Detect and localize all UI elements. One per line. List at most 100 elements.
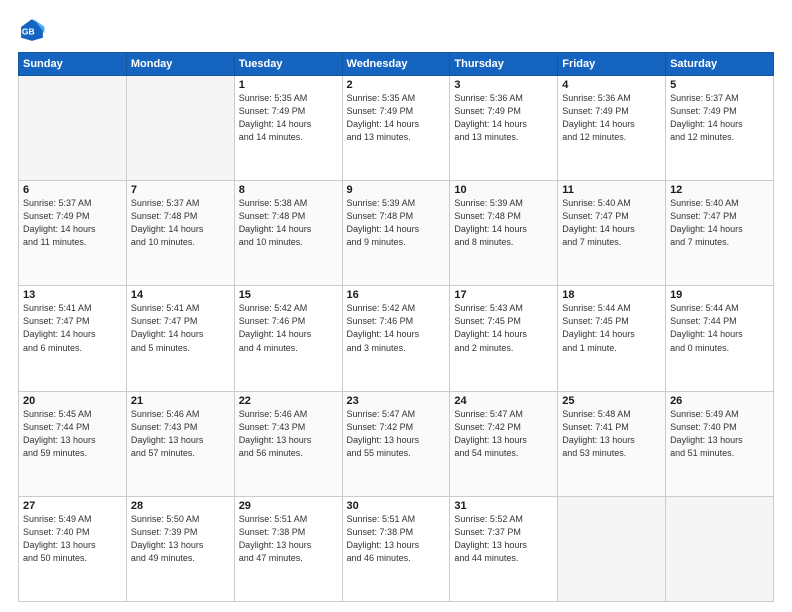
day-cell: 21Sunrise: 5:46 AM Sunset: 7:43 PM Dayli… [126,391,234,496]
header: GB [18,16,774,44]
day-number: 16 [347,289,446,301]
day-cell [558,496,666,601]
day-number: 28 [131,500,230,512]
day-cell: 23Sunrise: 5:47 AM Sunset: 7:42 PM Dayli… [342,391,450,496]
day-number: 20 [23,395,122,407]
day-info: Sunrise: 5:49 AM Sunset: 7:40 PM Dayligh… [23,513,122,565]
day-info: Sunrise: 5:51 AM Sunset: 7:38 PM Dayligh… [239,513,338,565]
day-number: 19 [670,289,769,301]
svg-text:GB: GB [22,27,35,37]
day-number: 17 [454,289,553,301]
day-cell: 28Sunrise: 5:50 AM Sunset: 7:39 PM Dayli… [126,496,234,601]
weekday-header-saturday: Saturday [666,53,774,76]
day-cell: 31Sunrise: 5:52 AM Sunset: 7:37 PM Dayli… [450,496,558,601]
day-number: 31 [454,500,553,512]
day-number: 14 [131,289,230,301]
day-number: 12 [670,184,769,196]
day-info: Sunrise: 5:47 AM Sunset: 7:42 PM Dayligh… [347,408,446,460]
day-number: 1 [239,79,338,91]
day-cell: 19Sunrise: 5:44 AM Sunset: 7:44 PM Dayli… [666,286,774,391]
week-row-5: 27Sunrise: 5:49 AM Sunset: 7:40 PM Dayli… [19,496,774,601]
weekday-header-row: SundayMondayTuesdayWednesdayThursdayFrid… [19,53,774,76]
day-cell: 11Sunrise: 5:40 AM Sunset: 7:47 PM Dayli… [558,181,666,286]
day-cell: 5Sunrise: 5:37 AM Sunset: 7:49 PM Daylig… [666,76,774,181]
day-info: Sunrise: 5:47 AM Sunset: 7:42 PM Dayligh… [454,408,553,460]
day-cell: 14Sunrise: 5:41 AM Sunset: 7:47 PM Dayli… [126,286,234,391]
day-cell: 10Sunrise: 5:39 AM Sunset: 7:48 PM Dayli… [450,181,558,286]
day-number: 3 [454,79,553,91]
day-info: Sunrise: 5:49 AM Sunset: 7:40 PM Dayligh… [670,408,769,460]
day-cell [19,76,127,181]
day-info: Sunrise: 5:35 AM Sunset: 7:49 PM Dayligh… [347,92,446,144]
day-info: Sunrise: 5:42 AM Sunset: 7:46 PM Dayligh… [239,302,338,354]
day-info: Sunrise: 5:37 AM Sunset: 7:49 PM Dayligh… [670,92,769,144]
day-info: Sunrise: 5:43 AM Sunset: 7:45 PM Dayligh… [454,302,553,354]
week-row-2: 6Sunrise: 5:37 AM Sunset: 7:49 PM Daylig… [19,181,774,286]
day-number: 18 [562,289,661,301]
day-number: 13 [23,289,122,301]
day-cell: 24Sunrise: 5:47 AM Sunset: 7:42 PM Dayli… [450,391,558,496]
day-info: Sunrise: 5:52 AM Sunset: 7:37 PM Dayligh… [454,513,553,565]
weekday-header-monday: Monday [126,53,234,76]
day-info: Sunrise: 5:50 AM Sunset: 7:39 PM Dayligh… [131,513,230,565]
day-number: 4 [562,79,661,91]
week-row-3: 13Sunrise: 5:41 AM Sunset: 7:47 PM Dayli… [19,286,774,391]
day-info: Sunrise: 5:51 AM Sunset: 7:38 PM Dayligh… [347,513,446,565]
week-row-1: 1Sunrise: 5:35 AM Sunset: 7:49 PM Daylig… [19,76,774,181]
day-info: Sunrise: 5:41 AM Sunset: 7:47 PM Dayligh… [131,302,230,354]
day-number: 24 [454,395,553,407]
day-cell: 26Sunrise: 5:49 AM Sunset: 7:40 PM Dayli… [666,391,774,496]
calendar-table: SundayMondayTuesdayWednesdayThursdayFrid… [18,52,774,602]
day-info: Sunrise: 5:39 AM Sunset: 7:48 PM Dayligh… [347,197,446,249]
day-cell: 25Sunrise: 5:48 AM Sunset: 7:41 PM Dayli… [558,391,666,496]
day-number: 29 [239,500,338,512]
day-cell: 16Sunrise: 5:42 AM Sunset: 7:46 PM Dayli… [342,286,450,391]
logo: GB [18,16,50,44]
weekday-header-thursday: Thursday [450,53,558,76]
day-cell: 12Sunrise: 5:40 AM Sunset: 7:47 PM Dayli… [666,181,774,286]
day-info: Sunrise: 5:38 AM Sunset: 7:48 PM Dayligh… [239,197,338,249]
day-number: 26 [670,395,769,407]
day-info: Sunrise: 5:46 AM Sunset: 7:43 PM Dayligh… [131,408,230,460]
day-number: 15 [239,289,338,301]
day-cell: 22Sunrise: 5:46 AM Sunset: 7:43 PM Dayli… [234,391,342,496]
day-cell: 13Sunrise: 5:41 AM Sunset: 7:47 PM Dayli… [19,286,127,391]
day-cell: 4Sunrise: 5:36 AM Sunset: 7:49 PM Daylig… [558,76,666,181]
day-info: Sunrise: 5:35 AM Sunset: 7:49 PM Dayligh… [239,92,338,144]
day-cell: 15Sunrise: 5:42 AM Sunset: 7:46 PM Dayli… [234,286,342,391]
day-number: 2 [347,79,446,91]
day-number: 11 [562,184,661,196]
day-cell: 9Sunrise: 5:39 AM Sunset: 7:48 PM Daylig… [342,181,450,286]
day-cell: 1Sunrise: 5:35 AM Sunset: 7:49 PM Daylig… [234,76,342,181]
day-info: Sunrise: 5:42 AM Sunset: 7:46 PM Dayligh… [347,302,446,354]
day-cell: 2Sunrise: 5:35 AM Sunset: 7:49 PM Daylig… [342,76,450,181]
weekday-header-wednesday: Wednesday [342,53,450,76]
day-number: 10 [454,184,553,196]
weekday-header-tuesday: Tuesday [234,53,342,76]
day-cell: 8Sunrise: 5:38 AM Sunset: 7:48 PM Daylig… [234,181,342,286]
day-info: Sunrise: 5:40 AM Sunset: 7:47 PM Dayligh… [562,197,661,249]
day-info: Sunrise: 5:41 AM Sunset: 7:47 PM Dayligh… [23,302,122,354]
day-cell: 29Sunrise: 5:51 AM Sunset: 7:38 PM Dayli… [234,496,342,601]
day-info: Sunrise: 5:44 AM Sunset: 7:45 PM Dayligh… [562,302,661,354]
day-cell [666,496,774,601]
day-cell: 6Sunrise: 5:37 AM Sunset: 7:49 PM Daylig… [19,181,127,286]
logo-icon: GB [18,16,46,44]
day-number: 25 [562,395,661,407]
day-info: Sunrise: 5:36 AM Sunset: 7:49 PM Dayligh… [562,92,661,144]
day-number: 21 [131,395,230,407]
day-number: 22 [239,395,338,407]
day-number: 8 [239,184,338,196]
day-info: Sunrise: 5:46 AM Sunset: 7:43 PM Dayligh… [239,408,338,460]
day-info: Sunrise: 5:39 AM Sunset: 7:48 PM Dayligh… [454,197,553,249]
week-row-4: 20Sunrise: 5:45 AM Sunset: 7:44 PM Dayli… [19,391,774,496]
day-number: 27 [23,500,122,512]
day-cell: 3Sunrise: 5:36 AM Sunset: 7:49 PM Daylig… [450,76,558,181]
day-info: Sunrise: 5:48 AM Sunset: 7:41 PM Dayligh… [562,408,661,460]
day-number: 30 [347,500,446,512]
day-number: 7 [131,184,230,196]
weekday-header-sunday: Sunday [19,53,127,76]
day-cell: 30Sunrise: 5:51 AM Sunset: 7:38 PM Dayli… [342,496,450,601]
day-number: 5 [670,79,769,91]
day-cell [126,76,234,181]
